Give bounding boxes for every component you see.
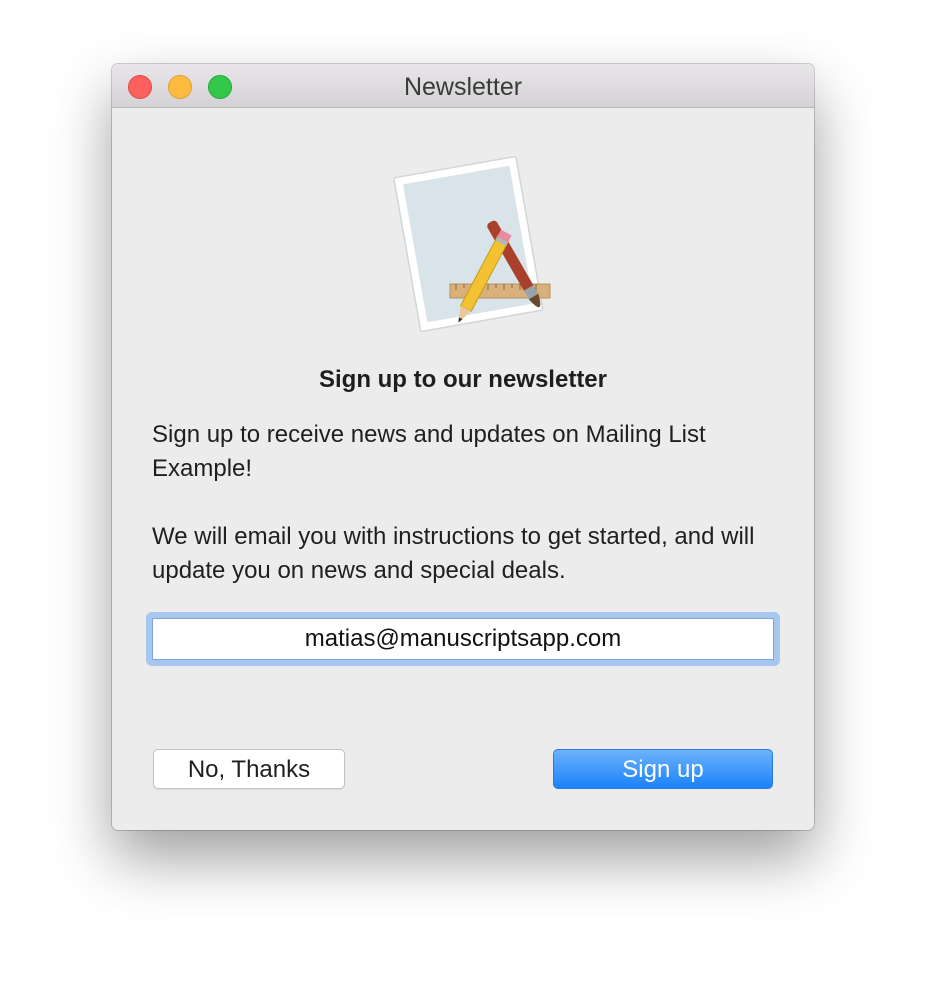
window-title: Newsletter: [403, 73, 523, 101]
no-thanks-button[interactable]: No, Thanks: [153, 749, 345, 789]
title-bar[interactable]: Newsletter: [112, 64, 814, 108]
sign-up-button[interactable]: Sign up: [553, 749, 773, 789]
email-input[interactable]: [152, 618, 774, 660]
newsletter-window: Newsletter Sign up to our newsletter Sig…: [112, 64, 814, 830]
email-field-focus-ring: [146, 612, 780, 666]
heading: Sign up to our newsletter: [318, 366, 607, 393]
description-paragraph: Sign up to receive news and updates on M…: [152, 421, 706, 482]
instructions-paragraph: We will email you with instructions to g…: [152, 523, 755, 584]
app-icon: [393, 155, 551, 332]
